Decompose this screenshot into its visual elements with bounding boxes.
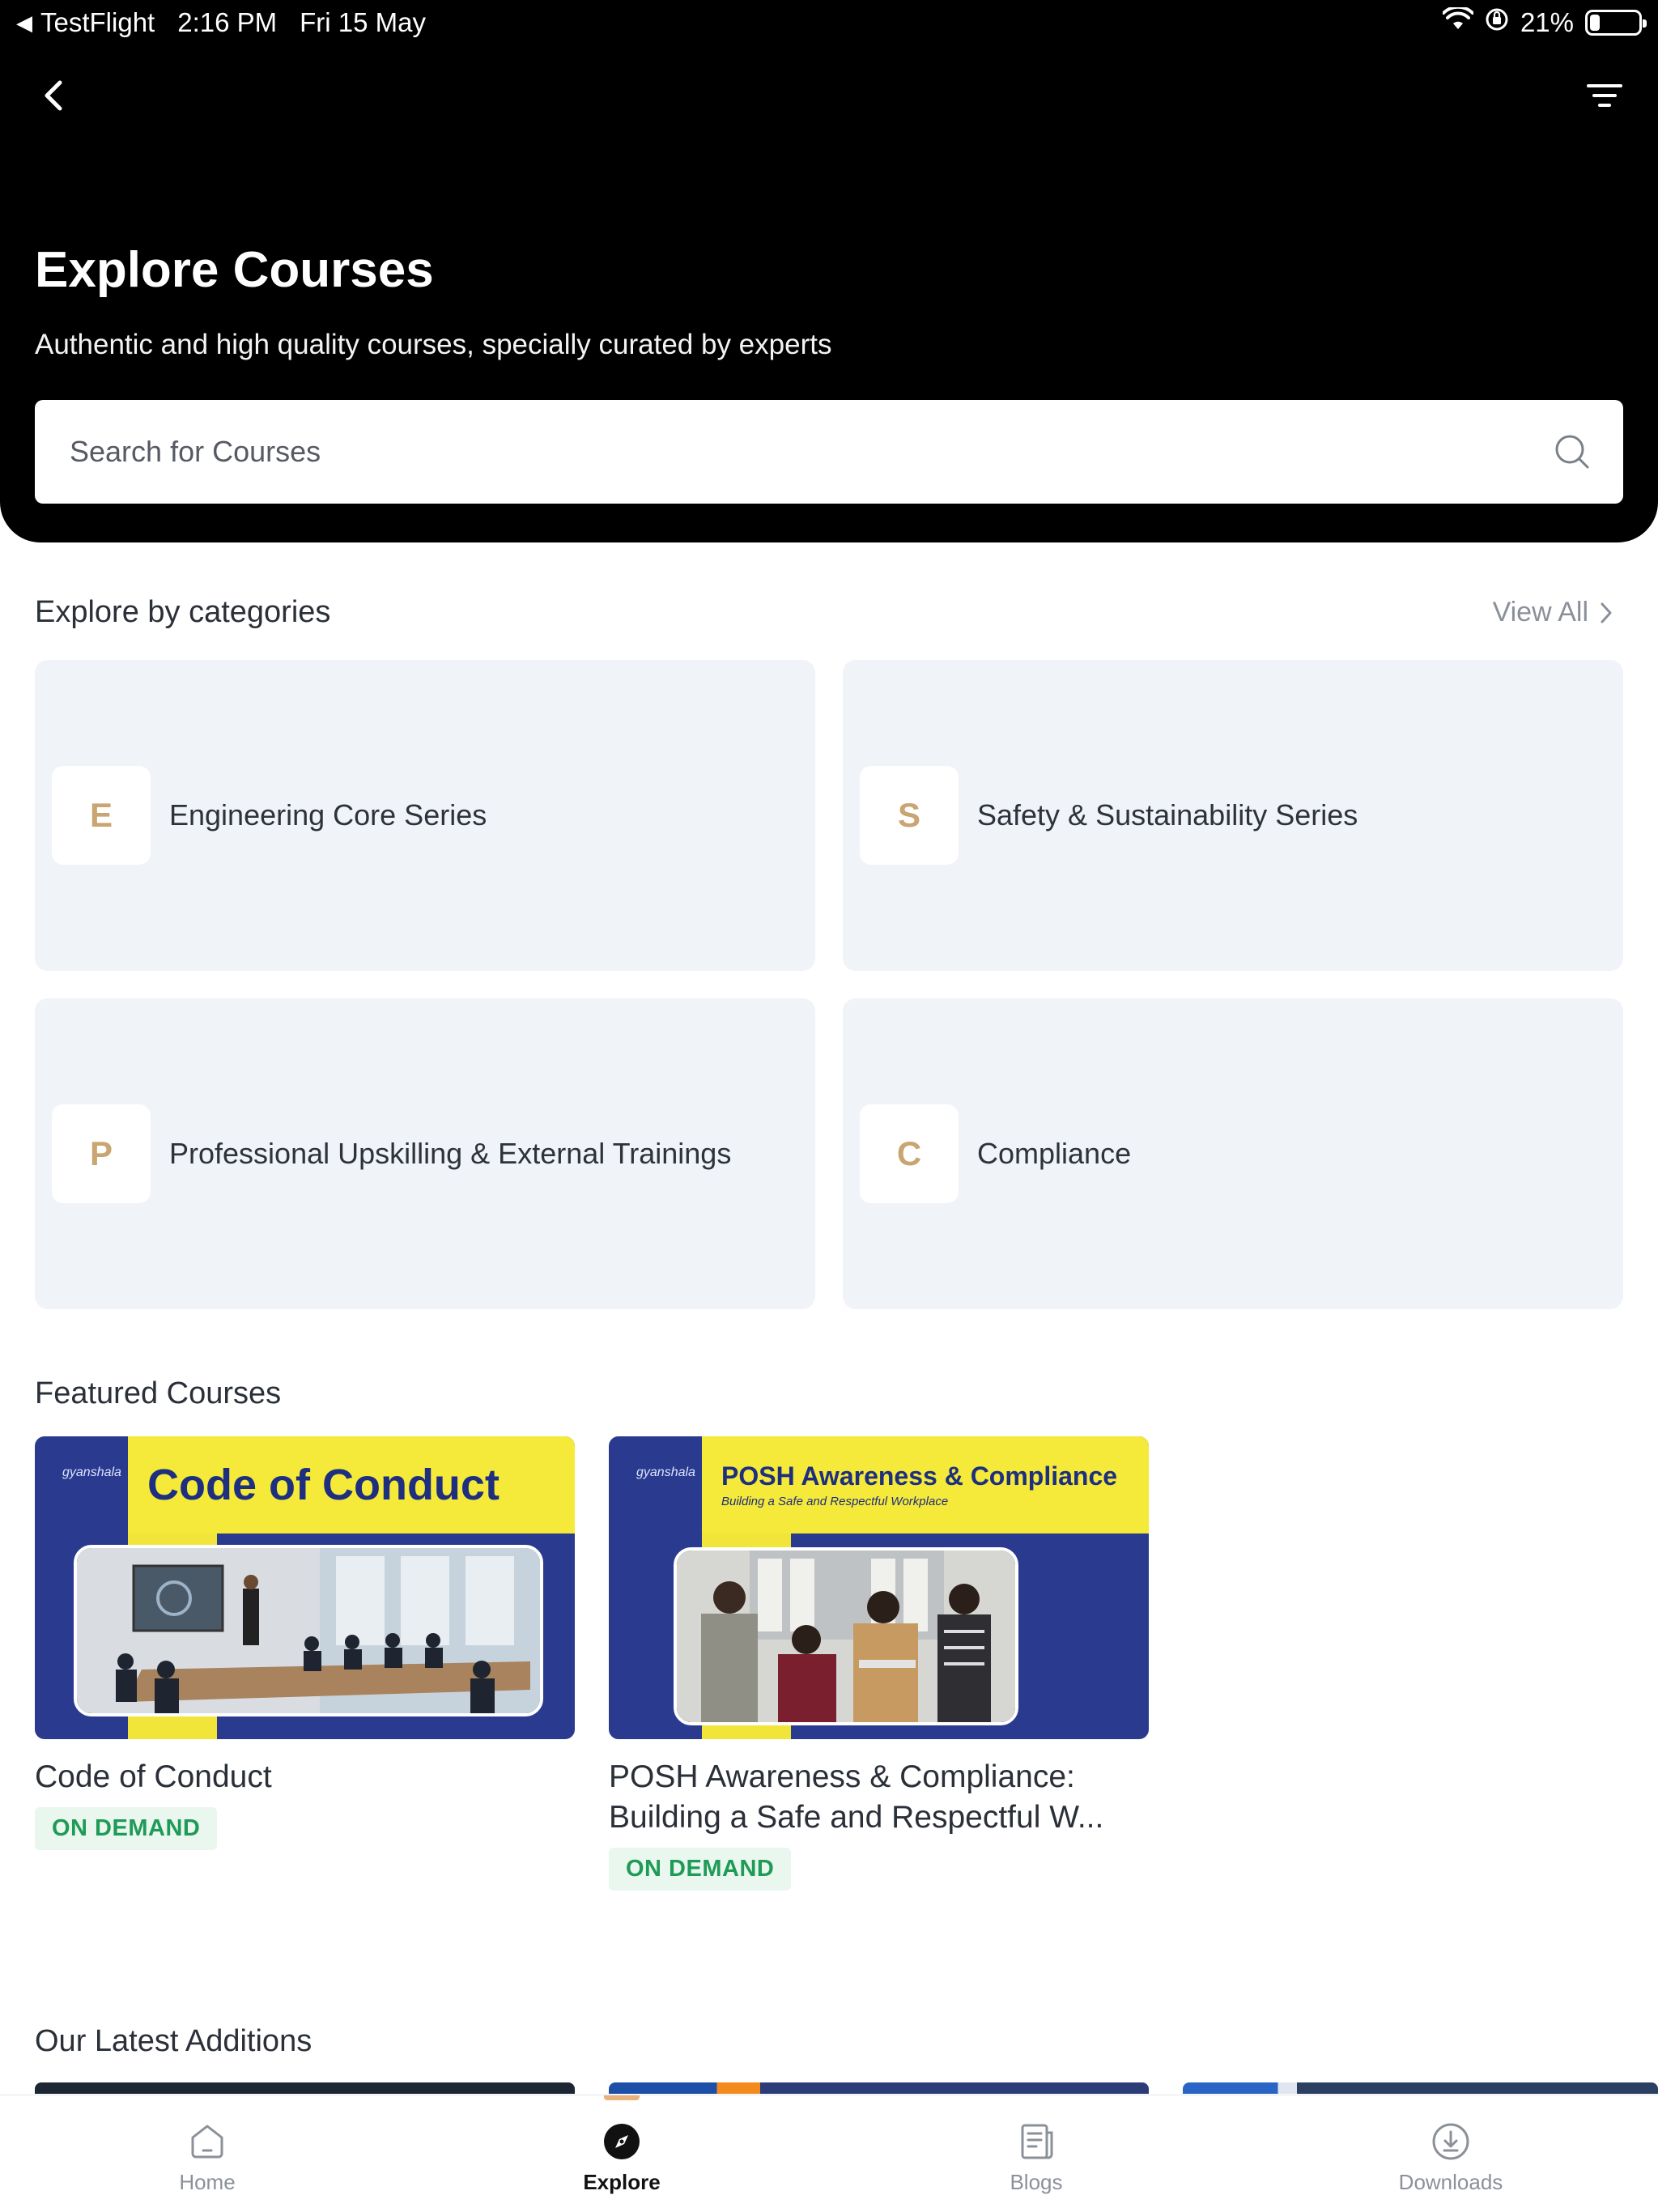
category-card-safety[interactable]: S Safety & Sustainability Series [843, 660, 1623, 971]
course-photo [674, 1547, 1018, 1725]
category-card-engineering[interactable]: E Engineering Core Series [35, 660, 815, 971]
header: ◀ TestFlight 2:16 PM Fri 15 May 21% Expl… [0, 0, 1658, 542]
category-label: Engineering Core Series [169, 798, 487, 832]
brand-logo: gyanshala [636, 1465, 695, 1479]
brand-logo: gyanshala [62, 1465, 121, 1479]
page-subtitle: Authentic and high quality courses, spec… [35, 329, 832, 360]
status-bar: ◀ TestFlight 2:16 PM Fri 15 May 21% [0, 0, 1658, 45]
course-card-code-of-conduct[interactable]: Code of Conduct gyanshala Code of Conduc… [35, 1436, 575, 1850]
battery-icon [1585, 10, 1647, 36]
back-triangle-icon: ◀ [16, 10, 32, 35]
status-badge: ON DEMAND [609, 1848, 792, 1891]
tab-label: Explore [583, 2170, 661, 2194]
category-letter-badge: S [860, 766, 959, 865]
wifi-icon [1441, 5, 1474, 38]
bottom-tab-bar: Home Explore Blogs Downloads [0, 2095, 1658, 2212]
tab-label: Blogs [1010, 2170, 1063, 2194]
chevron-right-icon [1601, 602, 1612, 623]
status-date: Fri 15 May [300, 7, 426, 37]
category-letter-badge: E [52, 766, 151, 865]
tab-downloads[interactable]: Downloads [1244, 2095, 1658, 2212]
latest-course-card[interactable] [609, 2082, 1149, 2094]
search-bar[interactable] [35, 400, 1623, 504]
course-title: Code of Conduct [35, 1759, 272, 1794]
view-all-label: View All [1492, 597, 1588, 627]
chevron-left-icon [45, 80, 62, 111]
categories-title: Explore by categories [35, 595, 331, 629]
status-badge: ON DEMAND [35, 1807, 218, 1850]
document-icon [1021, 2124, 1053, 2159]
status-time: 2:16 PM [177, 7, 278, 37]
category-letter-badge: P [52, 1104, 151, 1203]
course-thumbnail[interactable]: POSH Awareness & Compliance Building a S… [609, 1436, 1149, 1739]
course-photo [74, 1545, 543, 1716]
battery-percent: 21% [1520, 7, 1574, 37]
thumbnail-heading: POSH Awareness & Compliance [721, 1461, 1118, 1491]
featured-title: Featured Courses [35, 1376, 282, 1410]
tab-label: Home [179, 2170, 236, 2194]
back-app-label: TestFlight [40, 7, 155, 37]
latest-course-card[interactable] [35, 2082, 575, 2094]
view-all-link[interactable]: View All [1493, 597, 1613, 628]
course-card-posh[interactable]: POSH Awareness & Compliance Building a S… [609, 1436, 1149, 1891]
thumbnail-subheading: Building a Safe and Respectful Workplace [721, 1495, 949, 1508]
search-input[interactable] [70, 435, 1554, 469]
office-team-image [677, 1551, 1015, 1722]
download-icon [1432, 2123, 1469, 2160]
category-card-compliance[interactable]: C Compliance [843, 998, 1623, 1309]
category-card-professional[interactable]: P Professional Upskilling & External Tra… [35, 998, 815, 1309]
back-to-app-link[interactable]: ◀ TestFlight [16, 7, 155, 38]
category-label: Safety & Sustainability Series [977, 798, 1358, 832]
latest-title: Our Latest Additions [35, 2024, 312, 2058]
meeting-room-image [77, 1548, 540, 1713]
tab-home[interactable]: Home [0, 2095, 414, 2212]
course-title-line-1: POSH Awareness & Compliance: [609, 1759, 1075, 1794]
filter-button[interactable] [1580, 71, 1629, 120]
category-letter-badge: C [860, 1104, 959, 1203]
home-icon [191, 2125, 223, 2159]
category-label: Professional Upskilling & External Train… [169, 1137, 732, 1170]
course-title-line-2: Building a Safe and Respectful W... [609, 1800, 1104, 1835]
back-button[interactable] [29, 71, 78, 120]
tab-explore[interactable]: Explore [414, 2095, 829, 2212]
thumbnail-heading: Code of Conduct [147, 1461, 500, 1509]
search-icon[interactable] [1554, 433, 1591, 470]
filter-icon [1587, 84, 1622, 107]
compass-icon [604, 2124, 640, 2159]
category-label: Compliance [977, 1137, 1132, 1170]
tab-label: Downloads [1398, 2170, 1503, 2194]
orientation-lock-icon [1485, 7, 1509, 38]
page-title: Explore Courses [35, 242, 434, 298]
course-title: POSH Awareness & Compliance: Building a … [609, 1757, 1149, 1838]
tab-blogs[interactable]: Blogs [829, 2095, 1244, 2212]
active-tab-indicator [604, 2095, 640, 2100]
course-thumbnail[interactable]: Code of Conduct gyanshala [35, 1436, 575, 1739]
latest-course-card[interactable] [1183, 2082, 1658, 2094]
